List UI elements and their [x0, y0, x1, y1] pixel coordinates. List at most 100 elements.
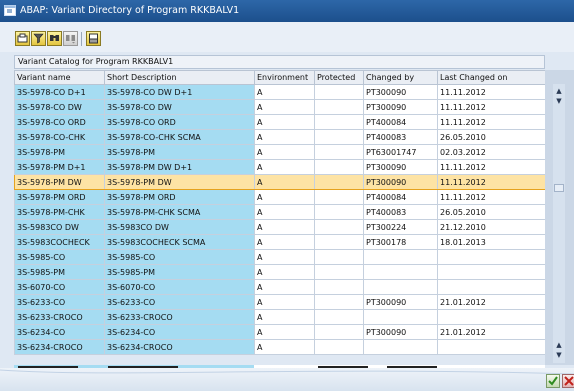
cell-environment[interactable]: A	[254, 159, 315, 175]
cell-short-description[interactable]: 3S-5983CO DW	[104, 219, 255, 235]
cell-environment[interactable]: A	[254, 294, 315, 310]
scroll-down-arrow-icon[interactable]: ▼	[553, 96, 565, 106]
cell-changed-by[interactable]: PT300090	[363, 294, 438, 310]
cell-variant-name[interactable]: 3S-5985-CO	[14, 249, 105, 265]
table-row[interactable]: 3S-5978-PM 3S-5978-PM A PT63001747 02.03.201…	[14, 144, 546, 160]
cell-protected[interactable]	[314, 294, 364, 310]
details-button[interactable]	[15, 31, 30, 46]
cell-short-description[interactable]: 3S-5978-PM ORD	[104, 189, 255, 205]
table-row[interactable]: 3S-6234-CO 3S-6234-CO A PT300090 21.01.2012	[14, 324, 546, 340]
cell-environment[interactable]: A	[254, 264, 315, 280]
cell-changed-by[interactable]: PT300090	[363, 99, 438, 115]
cell-last-changed-on[interactable]	[437, 279, 546, 295]
cell-last-changed-on[interactable]: 02.03.2012	[437, 144, 546, 160]
cell-last-changed-on[interactable]: 26.05.2010	[437, 129, 546, 145]
cell-environment[interactable]: A	[254, 279, 315, 295]
cell-short-description[interactable]: 3S-5985-CO	[104, 249, 255, 265]
cell-changed-by[interactable]: PT400083	[363, 204, 438, 220]
cell-variant-name[interactable]: 3S-5978-PM-CHK	[14, 204, 105, 220]
column-header-last-changed-on[interactable]: Last Changed on	[437, 70, 546, 85]
scroll-up-arrow-icon[interactable]: ▲	[553, 86, 565, 96]
table-row[interactable]: 3S-5978-CO ORD 3S-5978-CO ORD A PT400084 11.…	[14, 114, 546, 130]
filter-button[interactable]	[31, 31, 46, 46]
cell-last-changed-on[interactable]: 26.05.2010	[437, 204, 546, 220]
cell-environment[interactable]: A	[254, 84, 315, 100]
cell-variant-name[interactable]: 3S-6233-CROCO	[14, 309, 105, 325]
cell-protected[interactable]	[314, 174, 364, 190]
vertical-scrollbar[interactable]: ▲ ▼ ▲ ▼	[553, 84, 565, 363]
table-row[interactable]: 3S-5983COCHECK 3S-5983COCHECK SCMA A PT3001…	[14, 234, 546, 250]
cancel-button[interactable]	[562, 374, 574, 388]
cell-short-description[interactable]: 3S-5978-CO ORD	[104, 114, 255, 130]
cell-variant-name[interactable]: 3S-6234-CROCO	[14, 339, 105, 355]
cell-environment[interactable]: A	[254, 249, 315, 265]
cell-last-changed-on[interactable]: 18.01.2013	[437, 234, 546, 250]
cell-changed-by[interactable]	[363, 264, 438, 280]
scroll-page-up-arrow-icon[interactable]: ▲	[553, 340, 565, 350]
cell-last-changed-on[interactable]	[437, 249, 546, 265]
cell-protected[interactable]	[314, 114, 364, 130]
cell-last-changed-on[interactable]: 21.01.2012	[437, 324, 546, 340]
cell-short-description[interactable]: 3S-5985-PM	[104, 264, 255, 280]
table-row[interactable]: 3S-6234-CROCO 3S-6234-CROCO A	[14, 339, 546, 355]
cell-short-description[interactable]: 3S-6234-CROCO	[104, 339, 255, 355]
find-button[interactable]	[47, 31, 62, 46]
table-row[interactable]: 3S-5978-PM ORD 3S-5978-PM ORD A PT400084 11.…	[14, 189, 546, 205]
cell-environment[interactable]: A	[254, 129, 315, 145]
cell-protected[interactable]	[314, 264, 364, 280]
cell-protected[interactable]	[314, 129, 364, 145]
cell-environment[interactable]: A	[254, 324, 315, 340]
cell-changed-by[interactable]	[363, 249, 438, 265]
cell-variant-name[interactable]: 3S-5978-PM D+1	[14, 159, 105, 175]
cell-short-description[interactable]: 3S-6233-CO	[104, 294, 255, 310]
cell-short-description[interactable]: 3S-5978-PM-CHK SCMA	[104, 204, 255, 220]
cell-changed-by[interactable]: PT300090	[363, 84, 438, 100]
cell-variant-name[interactable]: 3S-5978-PM DW	[14, 174, 105, 190]
cell-changed-by[interactable]	[363, 279, 438, 295]
column-header-protected[interactable]: Protected	[314, 70, 364, 85]
cell-variant-name[interactable]: 3S-5978-CO D+1	[14, 84, 105, 100]
cell-last-changed-on[interactable]: 11.11.2012	[437, 189, 546, 205]
cell-protected[interactable]	[314, 144, 364, 160]
find-next-button[interactable]	[63, 31, 78, 46]
cell-short-description[interactable]: 3S-5978-CO DW D+1	[104, 84, 255, 100]
cell-changed-by[interactable]: PT300090	[363, 324, 438, 340]
confirm-button[interactable]	[546, 374, 560, 388]
cell-short-description[interactable]: 3S-5978-CO-CHK SCMA	[104, 129, 255, 145]
cell-last-changed-on[interactable]: 11.11.2012	[437, 84, 546, 100]
cell-protected[interactable]	[314, 219, 364, 235]
cell-variant-name[interactable]: 3S-5978-PM ORD	[14, 189, 105, 205]
cell-environment[interactable]: A	[254, 189, 315, 205]
cell-variant-name[interactable]: 3S-5983CO DW	[14, 219, 105, 235]
cell-variant-name[interactable]: 3S-6234-CO	[14, 324, 105, 340]
cell-environment[interactable]: A	[254, 174, 315, 190]
cell-variant-name[interactable]: 3S-5978-CO-CHK	[14, 129, 105, 145]
cell-last-changed-on[interactable]: 21.01.2012	[437, 294, 546, 310]
cell-environment[interactable]: A	[254, 99, 315, 115]
cell-changed-by[interactable]	[363, 309, 438, 325]
cell-last-changed-on[interactable]	[437, 264, 546, 280]
cell-environment[interactable]: A	[254, 234, 315, 250]
cell-changed-by[interactable]: PT400084	[363, 114, 438, 130]
cell-last-changed-on[interactable]	[437, 339, 546, 355]
cell-changed-by[interactable]: PT300090	[363, 174, 438, 190]
cell-protected[interactable]	[314, 324, 364, 340]
table-row[interactable]: 3S-5985-CO 3S-5985-CO A	[14, 249, 546, 265]
table-row[interactable]: 3S-6070-CO 3S-6070-CO A	[14, 279, 546, 295]
cell-short-description[interactable]: 3S-5978-PM DW D+1	[104, 159, 255, 175]
cell-short-description[interactable]: 3S-5978-PM	[104, 144, 255, 160]
cell-variant-name[interactable]: 3S-5983COCHECK	[14, 234, 105, 250]
cell-short-description[interactable]: 3S-6070-CO	[104, 279, 255, 295]
cell-last-changed-on[interactable]: 11.11.2012	[437, 99, 546, 115]
cell-changed-by[interactable]: PT300090	[363, 159, 438, 175]
cell-environment[interactable]: A	[254, 339, 315, 355]
cell-short-description[interactable]: 3S-6234-CO	[104, 324, 255, 340]
cell-protected[interactable]	[314, 159, 364, 175]
cell-last-changed-on[interactable]: 21.12.2010	[437, 219, 546, 235]
cell-last-changed-on[interactable]	[437, 309, 546, 325]
table-row[interactable]: 3S-6233-CO 3S-6233-CO A PT300090 21.01.2012	[14, 294, 546, 310]
table-row[interactable]: 3S-5978-CO-CHK 3S-5978-CO-CHK SCMA A PT4000…	[14, 129, 546, 145]
column-header-variant-name[interactable]: Variant name	[14, 70, 105, 85]
table-row[interactable]: 3S-6233-CROCO 3S-6233-CROCO A	[14, 309, 546, 325]
cell-last-changed-on[interactable]: 11.11.2012	[437, 159, 546, 175]
